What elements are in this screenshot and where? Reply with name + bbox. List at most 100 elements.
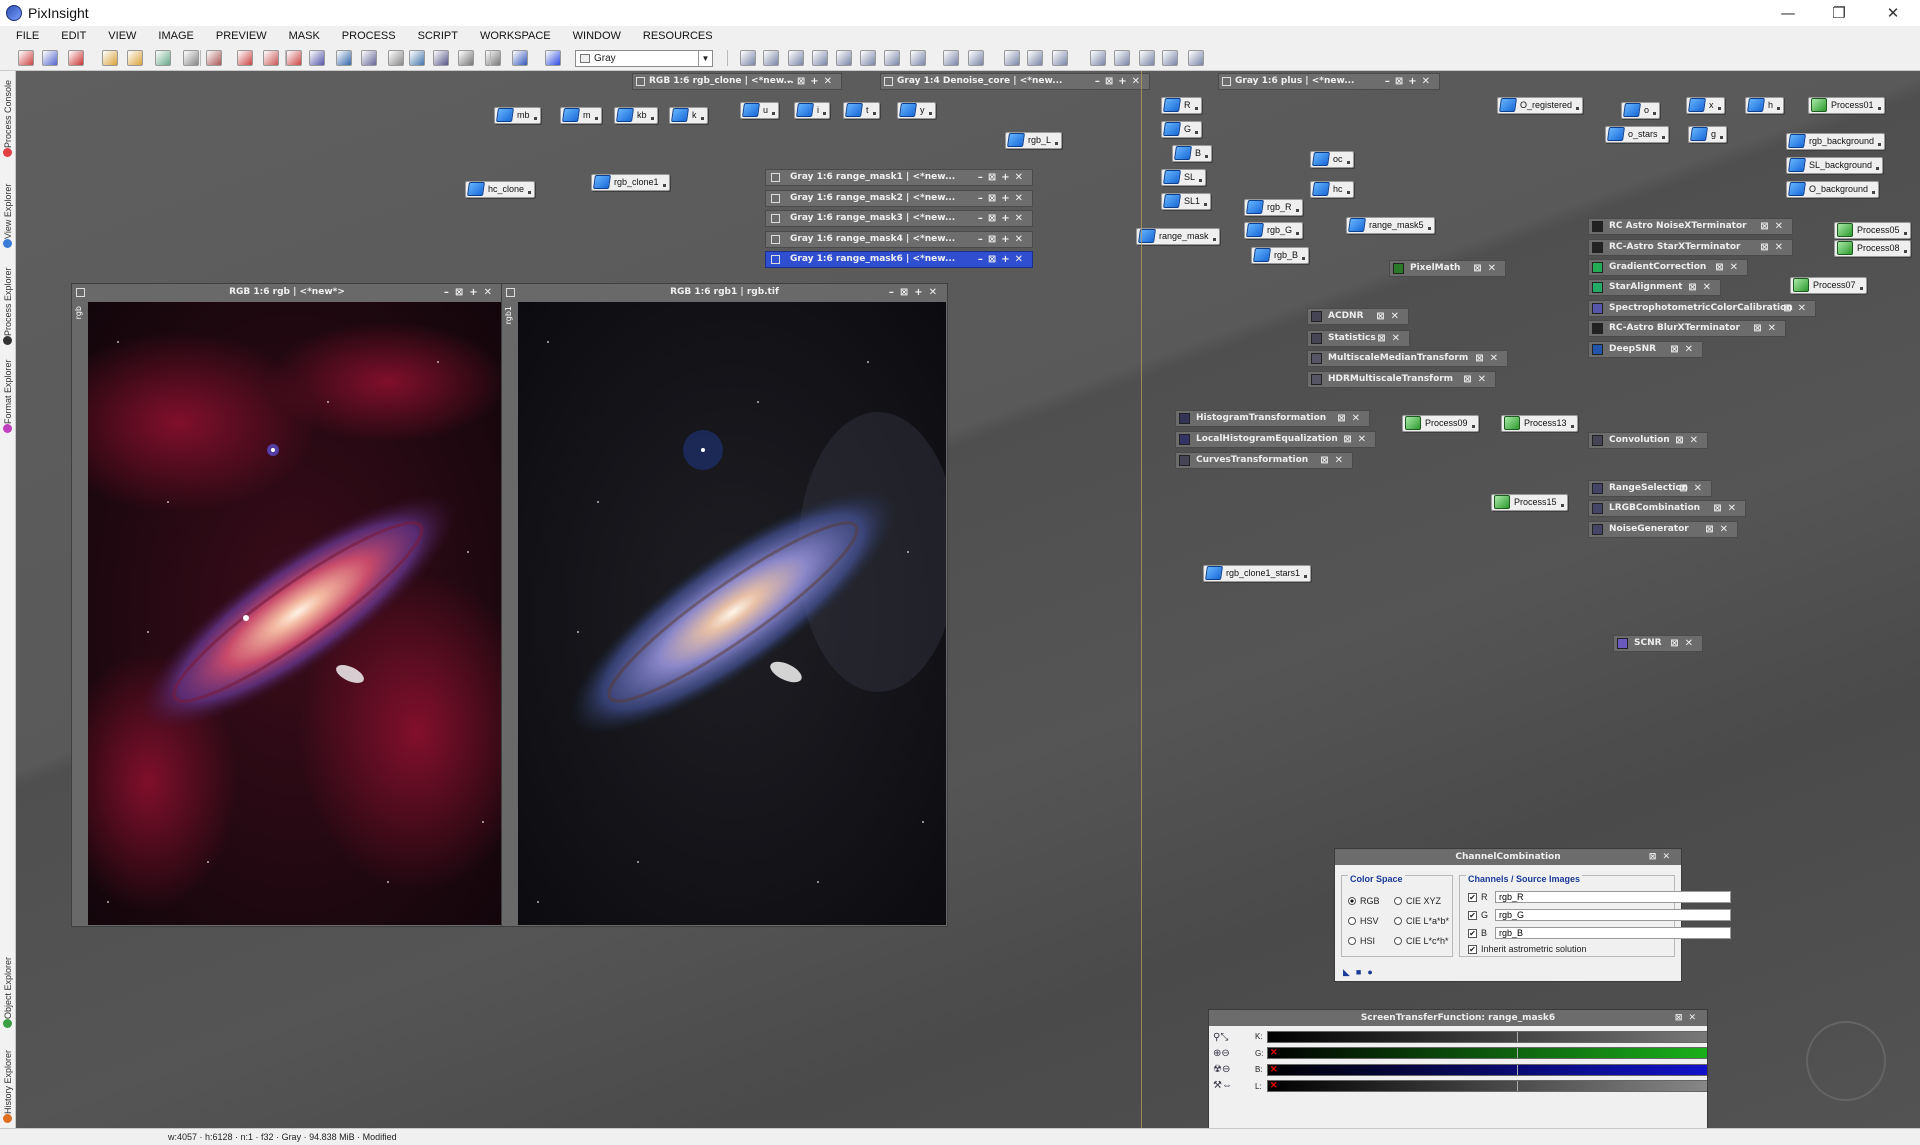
image-icon-O-registered[interactable]: O_registered <box>1497 97 1584 114</box>
image-icon-G[interactable]: G <box>1161 121 1203 138</box>
image-icon-SL1[interactable]: SL1 <box>1161 193 1212 210</box>
window-controls[interactable]: ⊠✕ <box>1688 280 1717 295</box>
window-controls[interactable]: –⊠+✕ <box>978 232 1028 247</box>
menu-item-workspace[interactable]: WORKSPACE <box>480 30 551 42</box>
process-icon-process13[interactable]: Process13 <box>1501 415 1578 432</box>
window-controls[interactable]: ⊠✕ <box>1713 501 1742 516</box>
window-controls[interactable]: ⊠✕ <box>1475 351 1504 366</box>
window-controls[interactable]: ⊠✕ <box>1377 331 1406 346</box>
image-icon-SL[interactable]: SL <box>1161 169 1207 186</box>
toolbar-view-button-16-icon[interactable] <box>1139 50 1155 66</box>
channel-r-checkbox[interactable]: ✔ <box>1468 892 1477 902</box>
toolbar-button-19-icon[interactable] <box>485 50 501 66</box>
image-icon-g[interactable]: g <box>1688 126 1728 143</box>
process-window-rangeselection[interactable]: RangeSelection ⊠✕ <box>1588 480 1712 497</box>
toolbar-view-button-3-icon[interactable] <box>788 50 804 66</box>
dialog-header[interactable]: ChannelCombination ⊠✕ <box>1335 849 1681 865</box>
window-controls[interactable]: ⊠✕ <box>1670 342 1699 357</box>
process-icon-process01[interactable]: Process01 <box>1808 97 1885 114</box>
stf-midtone-marker[interactable] <box>1517 1031 1518 1042</box>
inherit-checkbox[interactable]: ✔ <box>1468 944 1477 954</box>
toolbar-view-button-12-icon[interactable] <box>1027 50 1043 66</box>
image-icon-O-background[interactable]: O_background <box>1786 181 1880 198</box>
side-tab-history-explorer[interactable]: History Explorer <box>0 1036 16 1126</box>
side-tab-process-explorer[interactable]: Process Explorer <box>0 253 16 348</box>
process-window-curvestransformation[interactable]: CurvesTransformation ⊠✕ <box>1175 452 1353 469</box>
dialog-controls[interactable]: ⊠✕ <box>1649 849 1676 865</box>
image-icon-R[interactable]: R <box>1161 97 1202 114</box>
process-window-statistics[interactable]: Statistics ⊠✕ <box>1307 330 1410 347</box>
radio-hsi[interactable]: HSI <box>1348 936 1375 946</box>
window-controls[interactable]: ⊠✕ <box>1343 432 1372 447</box>
image-icon-t[interactable]: t <box>843 102 880 119</box>
window-controls[interactable]: –⊠+✕ <box>978 252 1028 267</box>
toolbar-button-10-icon[interactable] <box>263 50 279 66</box>
process-window-rc-astro-blurxterminator[interactable]: RC-Astro BlurXTerminator ⊠✕ <box>1588 320 1786 337</box>
stf-shadow-marker-icon[interactable]: ✕ <box>1270 1047 1278 1058</box>
toolbar-button-4-icon[interactable] <box>102 50 118 66</box>
toolbar-view-button-9-icon[interactable] <box>943 50 959 66</box>
image-icon-SL-background[interactable]: SL_background <box>1786 157 1884 174</box>
menu-item-resources[interactable]: RESOURCES <box>643 30 713 42</box>
toolbar-button-3-icon[interactable] <box>68 50 84 66</box>
process-window-gradientcorrection[interactable]: GradientCorrection ⊠✕ <box>1588 259 1748 276</box>
toolbar-view-button-7-icon[interactable] <box>884 50 900 66</box>
toolbar-button-9-icon[interactable] <box>237 50 253 66</box>
image-icon-y[interactable]: y <box>897 102 936 119</box>
image-icon-m[interactable]: m <box>560 107 602 124</box>
toolbar-button-7-icon[interactable] <box>183 50 199 66</box>
toolbar-button-14-icon[interactable] <box>361 50 377 66</box>
stf-shadow-marker-icon[interactable]: ✕ <box>1270 1064 1278 1075</box>
toolbar-view-button-15-icon[interactable] <box>1114 50 1130 66</box>
window-controls[interactable]: ⊠✕ <box>1753 321 1782 336</box>
close-button[interactable]: ✕ <box>1870 0 1916 26</box>
channel-g-input[interactable] <box>1495 909 1731 921</box>
toolbar-view-button-17-icon[interactable] <box>1162 50 1178 66</box>
side-tab-process-console[interactable]: Process Console <box>0 75 16 160</box>
toolbar-view-button-6-icon[interactable] <box>860 50 876 66</box>
image-icon-rgb-G[interactable]: rgb_G <box>1244 222 1304 239</box>
window-controls[interactable]: ⊠✕ <box>1760 240 1789 255</box>
image-canvas-rgb[interactable] <box>88 302 501 925</box>
toolbar-view-button-2-icon[interactable] <box>763 50 779 66</box>
process-window-multiscalemediantransform[interactable]: MultiscaleMedianTransform ⊠✕ <box>1307 350 1508 367</box>
window-controls[interactable]: –⊠+✕ <box>978 211 1028 226</box>
channel-combination-dialog[interactable]: ChannelCombination ⊠✕ Color Space RGB CIE… <box>1334 848 1731 982</box>
toolbar-view-button-4-icon[interactable] <box>812 50 828 66</box>
image-canvas-rgb1[interactable] <box>518 302 946 925</box>
channel-b-input[interactable] <box>1495 927 1731 939</box>
toolbar-button-16-icon[interactable] <box>409 50 425 66</box>
toolbar-button-5-icon[interactable] <box>127 50 143 66</box>
stf-midtone-marker[interactable] <box>1517 1048 1518 1058</box>
minimize-button[interactable]: — <box>1765 0 1811 26</box>
window-controls[interactable]: –⊠+✕ <box>444 284 498 301</box>
radio-cie-lch[interactable]: CIE L*c*h* <box>1394 936 1449 946</box>
image-icon-x[interactable]: x <box>1686 97 1725 114</box>
process-window-hdrmultiscaletransform[interactable]: HDRMultiscaleTransform ⊠✕ <box>1307 371 1496 388</box>
toolbar-view-button-13-icon[interactable] <box>1052 50 1068 66</box>
process-window-acdnr[interactable]: ACDNR ⊠✕ <box>1307 308 1409 325</box>
menu-item-mask[interactable]: MASK <box>289 30 320 42</box>
process-window-spectrophotometriccolorcalibration[interactable]: SpectrophotometricColorCalibration ⊠✕ <box>1588 300 1816 317</box>
window-controls[interactable]: –⊠+✕ <box>889 284 943 301</box>
stf-shadow-marker-icon[interactable]: ✕ <box>1270 1080 1278 1091</box>
window-controls[interactable]: ⊠✕ <box>1783 301 1812 316</box>
window-controls[interactable]: ⊠✕ <box>1715 260 1744 275</box>
toolbar-button-1-icon[interactable] <box>18 50 34 66</box>
toolbar-button-12-icon[interactable] <box>309 50 325 66</box>
process-window-convolution[interactable]: Convolution ⊠✕ <box>1588 432 1708 449</box>
channel-b-checkbox[interactable]: ✔ <box>1468 928 1477 938</box>
image-icon-hc-clone[interactable]: hc_clone <box>465 181 536 198</box>
dialog-footer-icons[interactable]: ◣■● <box>1343 967 1379 978</box>
radio-cie-xyz[interactable]: CIE XYZ <box>1394 896 1441 906</box>
toolbar-view-button-14-icon[interactable] <box>1090 50 1106 66</box>
process-icon-process09[interactable]: Process09 <box>1402 415 1479 432</box>
image-window-rgb[interactable]: RGB 1:6 rgb | <*new*> –⊠+✕ rgb <box>71 283 503 927</box>
toolbar-view-button-8-icon[interactable] <box>910 50 926 66</box>
shaded-window[interactable]: RGB 1:6 rgb_clone | <*new... –⊠+✕ <box>632 73 842 90</box>
process-window-localhistogramequalization[interactable]: LocalHistogramEqualization ⊠✕ <box>1175 431 1376 448</box>
process-window-pixelmath[interactable]: PixelMath ⊠✕ <box>1389 260 1506 277</box>
image-icon-rgb-R[interactable]: rgb_R <box>1244 199 1303 216</box>
window-controls[interactable]: ⊠✕ <box>1337 411 1366 426</box>
menu-item-view[interactable]: VIEW <box>108 30 136 42</box>
